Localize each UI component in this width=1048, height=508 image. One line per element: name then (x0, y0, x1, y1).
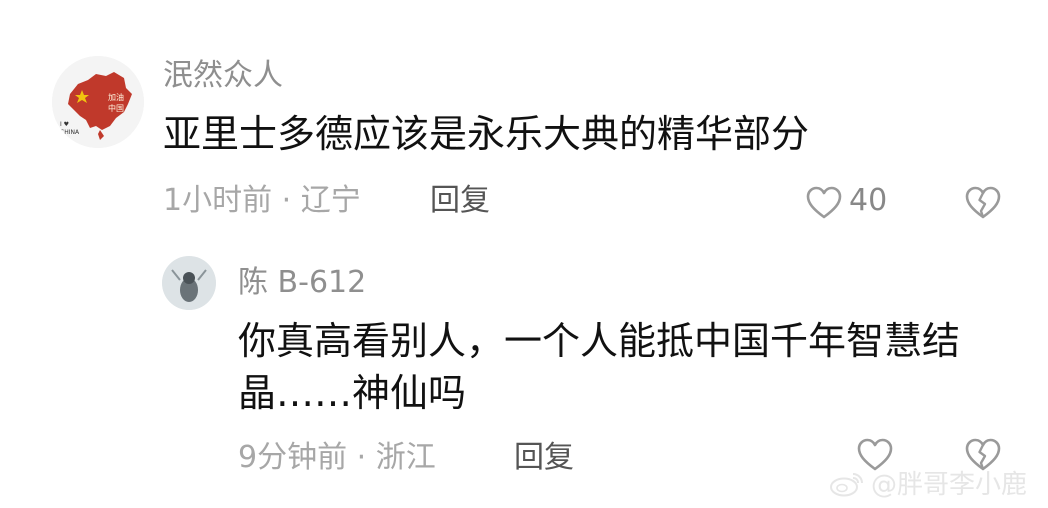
watermark: @胖哥李小鹿 (829, 469, 1027, 501)
reply-meta: 9分钟前 · 浙江 (238, 440, 436, 475)
commenter-username[interactable]: 泯然众人 (163, 58, 283, 94)
reply-button[interactable]: 回复 (430, 183, 490, 219)
astronaut-avatar-icon (162, 256, 216, 310)
comment-meta: 1小时前 · 辽宁 (163, 183, 361, 218)
svg-text:加油: 加油 (108, 92, 124, 102)
watermark-text: @胖哥李小鹿 (871, 470, 1028, 500)
broken-heart-icon[interactable] (964, 184, 1002, 222)
china-map-avatar-icon: 加油 中国 I ♥ CHINA (52, 56, 144, 148)
avatar-commenter-1[interactable]: 加油 中国 I ♥ CHINA (52, 56, 144, 148)
reply-username[interactable]: 陈 B-612 (238, 265, 366, 301)
svg-text:中国: 中国 (108, 103, 124, 113)
reply-button-2[interactable]: 回复 (514, 440, 574, 476)
weibo-logo-icon (829, 471, 865, 497)
svg-text:I ♥: I ♥ (60, 121, 69, 128)
reply-text: 你真高看别人，一个人能抵中国千年智慧结晶……神仙吗 (238, 319, 961, 415)
avatar-commenter-2[interactable] (162, 256, 216, 310)
heart-outline-icon[interactable] (805, 184, 843, 222)
comment-text: 亚里士多德应该是永乐大典的精华部分 (163, 112, 810, 156)
svg-text:CHINA: CHINA (60, 129, 80, 136)
like-count: 40 (849, 183, 888, 218)
